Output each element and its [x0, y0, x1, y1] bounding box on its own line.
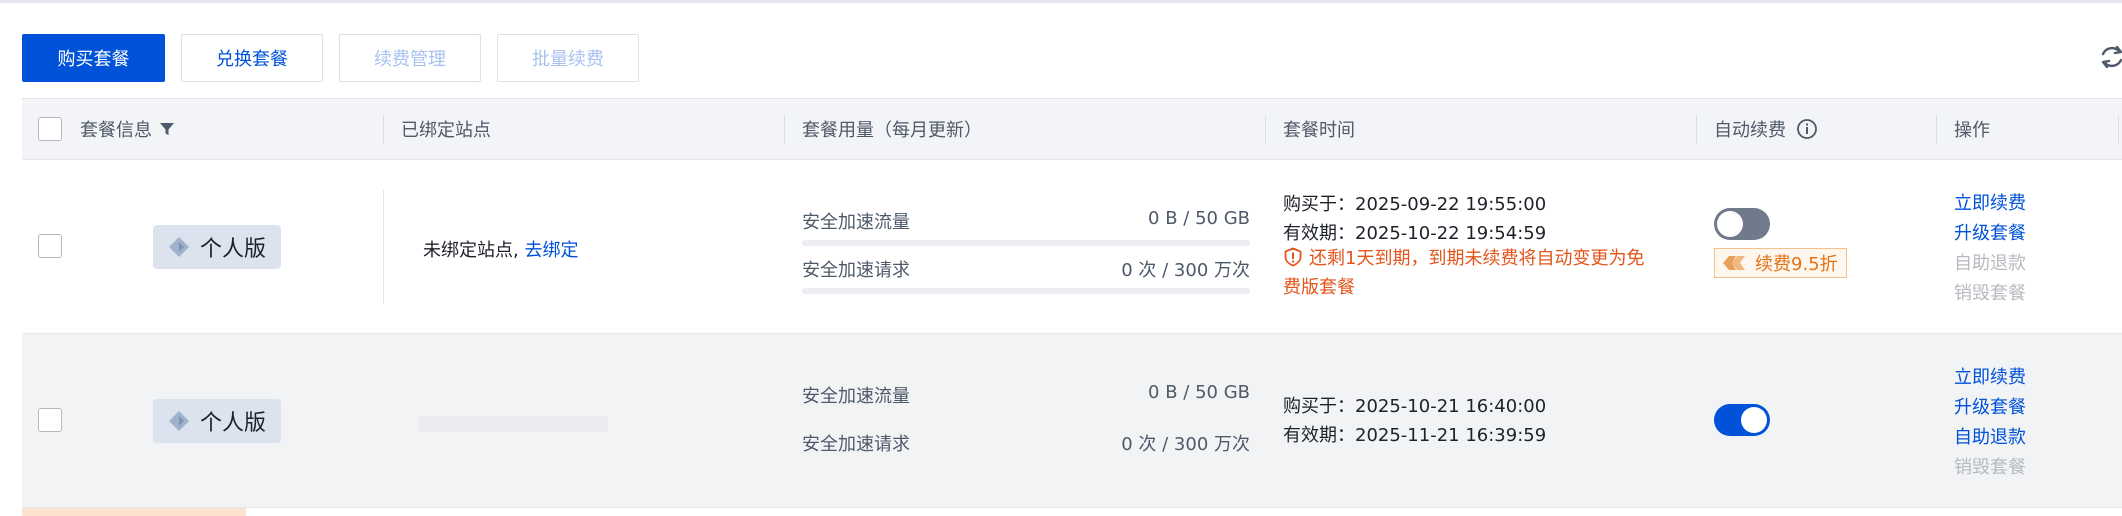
request-usage-label: 安全加速请求 — [802, 434, 910, 455]
table-header: 套餐信息 已绑定站点 套餐用量（每月更新） 套餐时间 自动续费 操作 — [22, 98, 2122, 160]
renew-manage-button[interactable]: 续费管理 — [339, 34, 481, 82]
buy-plan-button[interactable]: 购买套餐 — [22, 34, 165, 82]
plan-name: 个人版 — [199, 411, 266, 436]
plans-table: 套餐信息 已绑定站点 套餐用量（每月更新） 套餐时间 自动续费 操作 个人版 未… — [22, 98, 2122, 508]
purchase-time: 购买于：2025-09-22 19:55:00 — [1283, 194, 1547, 215]
plan-diamond-icon — [168, 237, 189, 257]
refresh-icon[interactable] — [2098, 43, 2122, 71]
request-usage-value: 0 次 / 300 万次 — [1121, 260, 1250, 281]
redeem-plan-button[interactable]: 兑换套餐 — [181, 34, 323, 82]
upgrade-plan-link[interactable]: 升级套餐 — [1954, 393, 2026, 419]
plan-badge: 个人版 — [153, 399, 281, 443]
self-refund-link[interactable]: 自助退款 — [1954, 423, 2026, 449]
column-time-label: 套餐时间 — [1283, 120, 1355, 141]
destroy-plan-link[interactable]: 销毁套餐 — [1954, 279, 2026, 305]
column-usage-label: 套餐用量（每月更新） — [802, 120, 982, 141]
auto-renew-toggle[interactable] — [1714, 404, 1770, 436]
select-all-checkbox[interactable] — [38, 117, 62, 141]
expiry-warning: 还剩1天到期，到期未续费将自动变更为免 费版套餐 — [1283, 244, 1683, 302]
table-row: 个人版 未绑定站点, 去绑定 安全加速流量 0 B / 50 GB 安全加速请求… — [22, 160, 2122, 334]
purchase-time: 购买于：2025-10-21 16:40:00 — [1283, 396, 1547, 417]
column-divider — [1265, 115, 1266, 145]
traffic-usage-bar — [802, 240, 1250, 246]
renew-discount-badge: 续费9.5折 — [1714, 248, 1847, 278]
row-select-cell — [38, 234, 62, 258]
valid-until: 有效期：2025-10-22 19:54:59 — [1283, 223, 1547, 244]
column-usage: 套餐用量（每月更新） — [802, 99, 982, 159]
batch-renew-button[interactable]: 批量续费 — [497, 34, 639, 82]
self-refund-link[interactable]: 自助退款 — [1954, 249, 2026, 275]
plan-badge: 个人版 — [153, 225, 281, 269]
column-bound-sites-label: 已绑定站点 — [401, 120, 491, 141]
bind-site-link[interactable]: 去绑定 — [524, 240, 578, 261]
column-divider — [1936, 115, 1937, 145]
column-bound-sites: 已绑定站点 — [401, 99, 491, 159]
column-actions: 操作 — [1954, 99, 1990, 159]
request-usage-value: 0 次 / 300 万次 — [1121, 434, 1250, 455]
info-icon[interactable] — [1796, 118, 1818, 140]
upgrade-plan-link[interactable]: 升级套餐 — [1954, 219, 2026, 245]
row-select-cell — [38, 408, 62, 432]
unbound-site-text: 未绑定站点, — [423, 240, 525, 261]
plan-name: 个人版 — [199, 237, 266, 262]
column-actions-label: 操作 — [1954, 120, 1990, 141]
column-plan-info-label: 套餐信息 — [80, 120, 152, 141]
column-auto-renew: 自动续费 — [1714, 99, 1818, 159]
discount-tag-icon — [1723, 256, 1745, 270]
discount-text: 续费9.5折 — [1755, 254, 1838, 275]
column-divider — [2118, 115, 2119, 145]
bound-site-placeholder — [418, 416, 608, 432]
request-usage-label: 安全加速请求 — [802, 260, 910, 281]
cell-divider — [383, 190, 384, 304]
destroy-plan-link[interactable]: 销毁套餐 — [1954, 453, 2026, 479]
traffic-usage-label: 安全加速流量 — [802, 386, 910, 407]
request-usage-bar — [802, 288, 1250, 294]
column-divider — [1696, 115, 1697, 145]
column-auto-renew-label: 自动续费 — [1714, 120, 1786, 141]
column-divider — [383, 115, 384, 145]
warning-shield-icon — [1284, 247, 1302, 267]
traffic-usage-value: 0 B / 50 GB — [1148, 382, 1250, 403]
traffic-usage-value: 0 B / 50 GB — [1148, 208, 1250, 229]
warning-text-line1: 还剩1天到期，到期未续费将自动变更为免 — [1309, 248, 1645, 269]
bound-sites-cell: 未绑定站点, 去绑定 — [423, 236, 578, 262]
filter-icon[interactable] — [158, 120, 176, 138]
column-time: 套餐时间 — [1283, 99, 1355, 159]
auto-renew-toggle[interactable] — [1714, 208, 1770, 240]
row-checkbox[interactable] — [38, 234, 62, 258]
next-row-highlight — [22, 508, 246, 516]
warning-text-line2: 费版套餐 — [1283, 277, 1355, 298]
renew-now-link[interactable]: 立即续费 — [1954, 363, 2026, 389]
column-plan-info: 套餐信息 — [80, 99, 176, 159]
renew-now-link[interactable]: 立即续费 — [1954, 189, 2026, 215]
row-checkbox[interactable] — [38, 408, 62, 432]
table-row: 个人版 安全加速流量 0 B / 50 GB 安全加速请求 0 次 / 300 … — [22, 334, 2122, 508]
column-divider — [784, 115, 785, 145]
toolbar: 购买套餐 兑换套餐 续费管理 批量续费 — [22, 34, 655, 82]
plan-diamond-icon — [168, 411, 189, 431]
valid-until: 有效期：2025-11-21 16:39:59 — [1283, 425, 1547, 446]
top-divider — [0, 0, 2122, 3]
select-all-cell — [38, 99, 62, 159]
traffic-usage-label: 安全加速流量 — [802, 212, 910, 233]
